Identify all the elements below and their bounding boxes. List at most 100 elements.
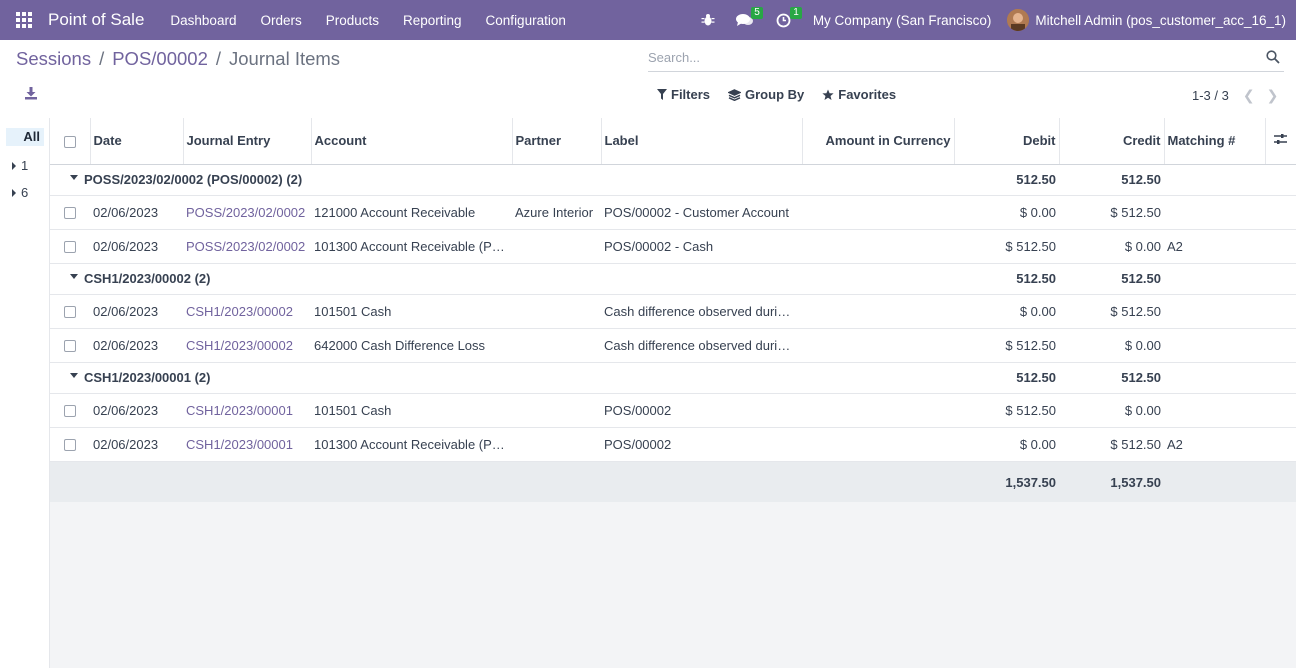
cell-account: 121000 Account Receivable [311,195,512,230]
menu-orders[interactable]: Orders [248,0,313,40]
search-input[interactable] [648,50,1248,65]
table-row[interactable]: 02/06/2023 CSH1/2023/00001 101501 Cash POS/… [50,393,1296,428]
cell-credit: $ 0.00 [1059,393,1164,428]
pager-next-icon[interactable]: ❯ [1267,87,1279,104]
search-panel-item[interactable]: 1 [12,158,28,173]
top-navbar: Point of Sale Dashboard Orders Products … [0,0,1296,40]
pager-value[interactable]: 1-3 / 3 [1192,88,1229,103]
menu-configuration[interactable]: Configuration [474,0,578,40]
pager-previous-icon[interactable]: ❮ [1243,87,1255,104]
menu-reporting[interactable]: Reporting [391,0,474,40]
search-panel-all[interactable]: All [6,128,44,146]
caret-down-icon [70,373,78,379]
messages-badge: 5 [751,7,763,19]
table-row[interactable]: 02/06/2023 POSS/2023/02/0002 121000 Accoun… [50,195,1296,230]
row-checkbox-box[interactable] [64,439,76,452]
breadcrumb: Sessions / POS/00002 / Journal Items [16,48,340,70]
table-row[interactable]: 02/06/2023 POSS/2023/02/0002 101300 Accoun… [50,229,1296,264]
download-icon[interactable] [24,86,40,102]
group-spacer [1265,362,1296,394]
filter-icon [657,89,667,100]
cell-debit: $ 0.00 [954,195,1059,230]
group-row[interactable]: CSH1/2023/00001 (2) 512.50 512.50 [50,362,1296,394]
apps-menu-icon[interactable] [0,0,48,40]
group-title[interactable]: POSS/2023/02/0002 (POS/00002) (2) [50,164,802,196]
column-journal-entry[interactable]: Journal Entry [183,118,312,165]
row-checkbox-box[interactable] [64,306,76,319]
search-panel-item[interactable]: 6 [12,185,28,200]
row-checkbox[interactable] [50,195,90,230]
cell-date: 02/06/2023 [90,427,183,462]
optional-columns-icon[interactable] [1265,118,1296,165]
menu-dashboard[interactable]: Dashboard [158,0,248,40]
favorites-button[interactable]: Favorites [822,87,896,102]
cell-matching [1164,294,1265,329]
column-matching[interactable]: Matching # [1164,118,1266,165]
debug-bug-icon[interactable] [693,0,723,40]
group-debit: 512.50 [954,263,1059,295]
cell-credit: $ 0.00 [1059,229,1164,264]
company-switcher[interactable]: My Company (San Francisco) [813,13,992,28]
menu-products[interactable]: Products [314,0,391,40]
column-debit[interactable]: Debit [954,118,1060,165]
select-all-checkbox[interactable] [50,118,91,165]
cell-account: 101501 Cash [311,393,512,428]
cell-amount-currency [802,427,954,462]
app-title[interactable]: Point of Sale [48,10,144,30]
breadcrumb-session[interactable]: POS/00002 [112,48,208,70]
row-checkbox-box[interactable] [64,207,76,220]
pager: 1-3 / 3 ❮ ❯ [1192,87,1278,104]
group-row[interactable]: POSS/2023/02/0002 (POS/00002) (2) 512.50 5… [50,164,1296,196]
search-icon[interactable] [1266,50,1280,67]
cell-journal-entry[interactable]: CSH1/2023/00001 [183,393,311,428]
table-row[interactable]: 02/06/2023 CSH1/2023/00002 642000 Cash Dif… [50,328,1296,363]
cell-partner [512,229,601,264]
cell-partner [512,294,601,329]
caret-down-icon [70,175,78,181]
breadcrumb-sessions[interactable]: Sessions [16,48,91,70]
row-checkbox-box[interactable] [64,241,76,254]
column-label[interactable]: Label [601,118,803,165]
column-date[interactable]: Date [90,118,184,165]
cell-matching [1164,328,1265,363]
cell-journal-entry[interactable]: CSH1/2023/00001 [183,427,311,462]
row-checkbox[interactable] [50,427,90,462]
column-partner[interactable]: Partner [512,118,602,165]
column-amount-currency[interactable]: Amount in Currency [802,118,955,165]
cell-journal-entry[interactable]: CSH1/2023/00002 [183,328,311,363]
group-matching [1164,263,1265,295]
list-view: Date Journal Entry Account Partner Label… [50,118,1296,668]
row-checkbox[interactable] [50,393,90,428]
totals-spacer [50,461,954,503]
breadcrumb-separator: / [99,48,105,69]
column-account[interactable]: Account [311,118,513,165]
row-checkbox-box[interactable] [64,340,76,353]
cell-spacer [1265,328,1296,363]
row-checkbox-box[interactable] [64,405,76,418]
table-row[interactable]: 02/06/2023 CSH1/2023/00002 101501 Cash Cash… [50,294,1296,329]
cell-journal-entry[interactable]: POSS/2023/02/0002 [183,195,311,230]
group-title[interactable]: CSH1/2023/00002 (2) [50,263,802,295]
group-spacer [1265,263,1296,295]
cell-amount-currency [802,328,954,363]
row-checkbox[interactable] [50,328,90,363]
user-menu[interactable]: Mitchell Admin (pos_customer_acc_16_1) [1035,13,1286,28]
cell-partner [512,393,601,428]
search-panel-item-label: 1 [21,158,29,173]
messages-icon[interactable]: 5 [723,0,767,40]
row-checkbox[interactable] [50,229,90,264]
group-amount-currency [802,362,954,394]
activities-clock-icon[interactable]: 1 [767,0,802,40]
row-checkbox[interactable] [50,294,90,329]
cell-journal-entry[interactable]: POSS/2023/02/0002 [183,229,311,264]
group-row[interactable]: CSH1/2023/00002 (2) 512.50 512.50 [50,263,1296,295]
user-avatar[interactable] [1007,9,1030,31]
group-title-label: POSS/2023/02/0002 (POS/00002) (2) [84,172,303,187]
table-row[interactable]: 02/06/2023 CSH1/2023/00001 101300 Account … [50,427,1296,462]
group-title[interactable]: CSH1/2023/00001 (2) [50,362,802,394]
groupby-button[interactable]: Group By [728,87,804,102]
filters-button[interactable]: Filters [657,87,710,102]
cell-journal-entry[interactable]: CSH1/2023/00002 [183,294,311,329]
cell-credit: $ 512.50 [1059,427,1164,462]
column-credit[interactable]: Credit [1059,118,1165,165]
